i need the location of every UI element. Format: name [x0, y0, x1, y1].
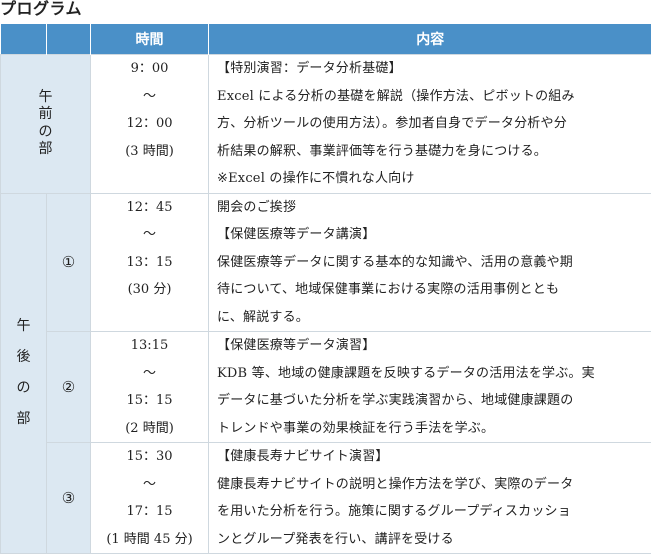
label-char: 部: [38, 141, 53, 158]
content-line: ※Excel の操作に不慣れな人向け: [217, 171, 415, 186]
session-number-3: ③: [46, 442, 91, 554]
session-2-content: 【保健医療等データ演習】 KDB 等、地域の健康課題を反映するデータの活用法を学…: [208, 331, 651, 443]
content-line: に、解説する。: [217, 309, 310, 325]
content-line: 待について、地域保健事業における実際の活用事例ととも: [217, 282, 560, 297]
content-line: KDB 等、地域の健康課題を反映するデータの活用法を学ぶ。実: [217, 365, 595, 381]
time-line: (3 時間): [125, 143, 174, 159]
session-number-1: ①: [46, 192, 91, 332]
header-blank-2: [46, 24, 91, 55]
time-line: 13:15: [130, 338, 169, 353]
time-line: 12：45: [126, 199, 173, 215]
content-line: 方、分析ツールの使用方法）。参加者自身でデータ分析や分: [217, 116, 567, 131]
label-char: の: [38, 123, 53, 140]
content-line: データに基づいた分析を学ぶ実践演習から、地域健康課題の: [217, 393, 574, 408]
label-char: 前: [38, 106, 53, 123]
morning-label-text: 午 前 の 部: [39, 89, 53, 159]
morning-label: 午 前 の 部: [0, 54, 91, 194]
content-line: 【保健医療等データ演習】: [217, 338, 376, 353]
table-row-morning: 午 前 の 部 9：00 ～ 12：00 (3 時間) 【特別演習：データ分析基…: [0, 54, 651, 194]
session-1-time: 12：45 ～ 13：15 (30 分): [90, 192, 209, 332]
label-char: 後: [16, 349, 31, 366]
label-char: の: [16, 380, 31, 397]
page-title: プログラム: [0, 0, 83, 18]
time-line: 13：15: [126, 254, 173, 270]
table-header-row: 時間 内容: [0, 24, 651, 55]
program-table: 時間 内容 午 前 の 部 9：00 ～ 12：00 (3 時間) 【特別演習：: [0, 24, 651, 554]
content-line: 析結果の解釈、事業評価等を行う基礎力を身につける。: [217, 143, 548, 159]
header-blank-1: [0, 24, 47, 55]
header-content: 内容: [208, 24, 651, 55]
session-1-content: 開会のご挨拶 【保健医療等データ講演】 保健医療等データに関する基本的な知識や、…: [208, 192, 651, 332]
content-line: 【特別演習：データ分析基礎】: [217, 61, 402, 76]
time-line: 17：15: [126, 504, 173, 519]
table-row-afternoon-2: ② 13:15 ～ 15：15 (2 時間) 【保健医療等データ演習】 KDB …: [1, 331, 651, 443]
time-line: 9：00: [130, 61, 169, 76]
content-line: 開会のご挨拶: [217, 199, 297, 215]
morning-time: 9：00 ～ 12：00 (3 時間): [90, 54, 209, 194]
table-row-afternoon-3: ③ 15：30 ～ 17：15 (1 時間 45 分) 【健康長寿ナビサイト演習…: [1, 442, 651, 554]
label-char: 午: [38, 88, 53, 105]
time-line: (1 時間 45 分): [106, 531, 193, 547]
content-line: トレンドや事業の効果検証を行う手法を学ぶ。: [217, 420, 495, 436]
header-time: 時間: [90, 24, 209, 55]
time-line: ～: [142, 227, 156, 242]
morning-content: 【特別演習：データ分析基礎】 Excel による分析の基礎を解説（操作方法、ピボ…: [208, 54, 651, 194]
label-char: 午: [16, 318, 31, 335]
content-line: 保健医療等データに関する基本的な知識や、活用の意義や期: [217, 254, 574, 270]
content-line: 健康長寿ナビサイトの説明と操作方法を学び、実際のデータ: [217, 476, 574, 492]
time-line: 15：15: [126, 393, 173, 408]
time-line: 15：30: [126, 449, 173, 464]
session-3-time: 15：30 ～ 17：15 (1 時間 45 分): [90, 442, 209, 554]
content-line: 【保健医療等データ講演】: [217, 227, 376, 242]
content-line: を用いた分析を行う。施策に関するグループディスカッショ: [217, 504, 571, 519]
label-char: 部: [16, 411, 31, 428]
time-line: ～: [142, 88, 156, 104]
session-2-time: 13:15 ～ 15：15 (2 時間): [90, 331, 209, 443]
content-line: Excel による分析の基礎を解説（操作方法、ピボットの組み: [217, 88, 575, 104]
content-line: 【健康長寿ナビサイト演習】: [217, 449, 389, 464]
session-number-2: ②: [46, 331, 91, 443]
time-line: ～: [142, 365, 156, 381]
afternoon-label: 午 後 の 部: [0, 192, 47, 554]
session-3-content: 【健康長寿ナビサイト演習】 健康長寿ナビサイトの説明と操作方法を学び、実際のデー…: [208, 442, 651, 554]
time-line: (2 時間): [125, 420, 174, 436]
time-line: 12：00: [126, 116, 173, 131]
afternoon-label-text: 午 後 の 部: [1, 311, 46, 435]
time-line: (30 分): [127, 282, 172, 297]
time-line: ～: [142, 476, 156, 492]
content-line: ンとグループ発表を行い、講評を受ける: [217, 531, 454, 547]
table-row-afternoon-1: 午 後 の 部 ① 12：45 ～ 13：15 (30 分) 開会のご挨拶 【保…: [0, 192, 651, 554]
